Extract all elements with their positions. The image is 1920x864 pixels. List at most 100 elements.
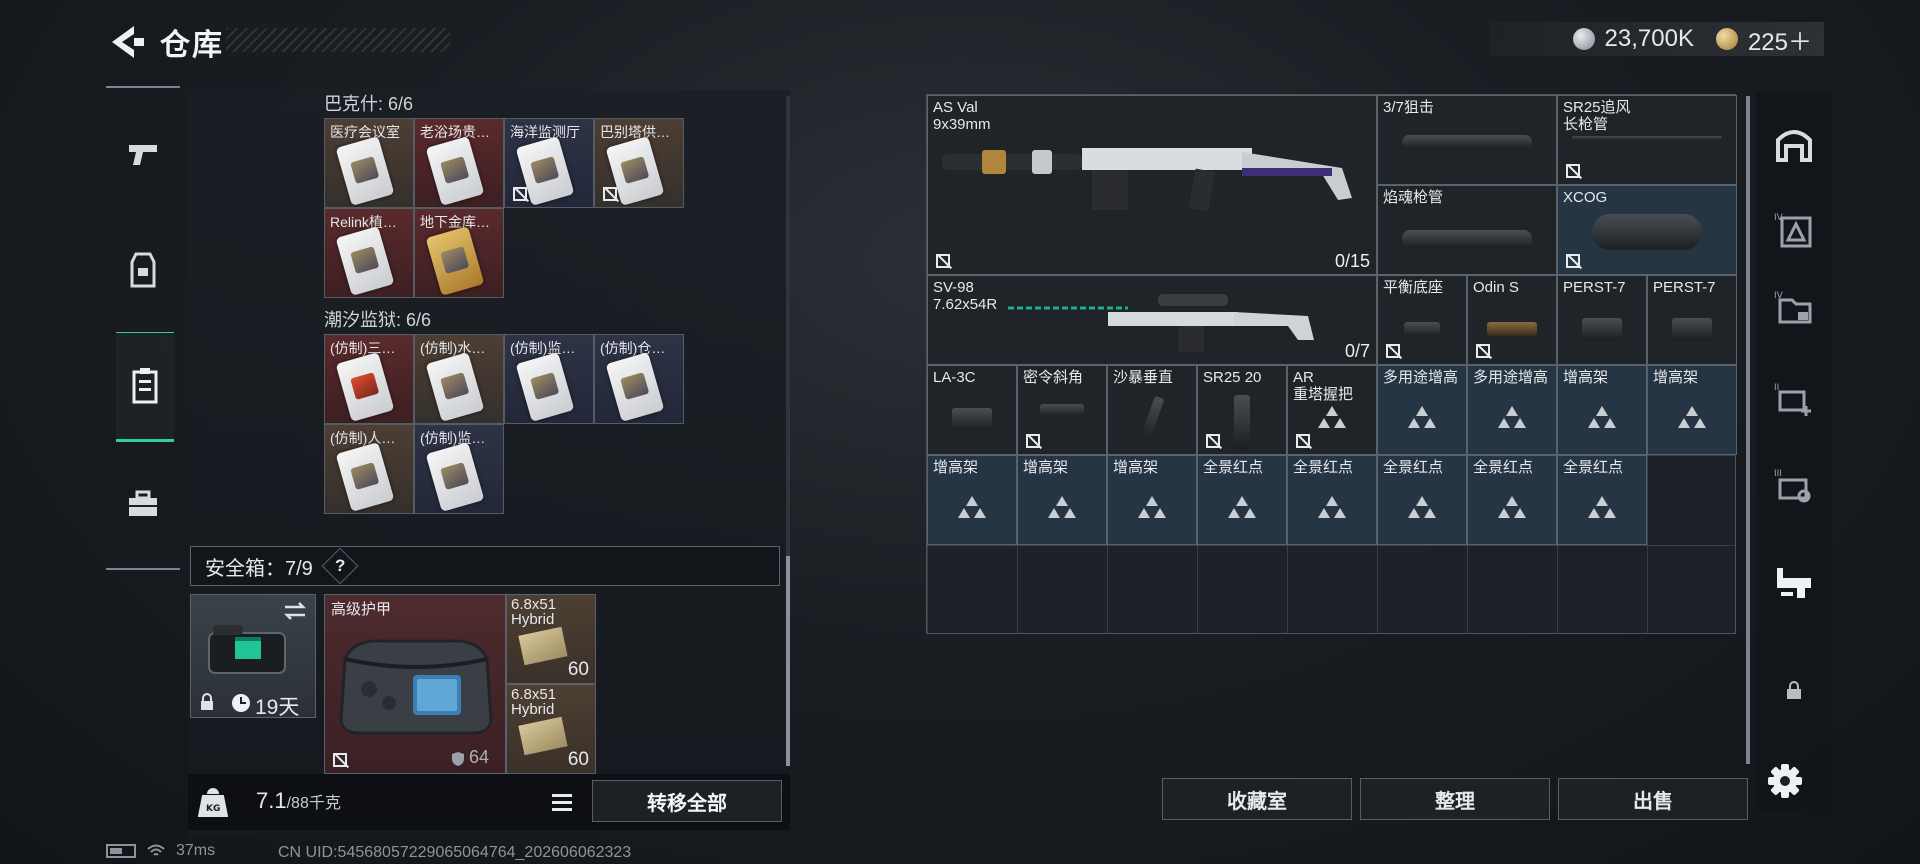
- ammo-name: 6.8x51 Hybrid: [511, 686, 557, 718]
- organize-button[interactable]: 整理: [1360, 778, 1550, 820]
- stash-page-weapons[interactable]: [1770, 558, 1818, 606]
- placeholder-triangle-icon: [1588, 496, 1616, 519]
- collectible-item[interactable]: 巴别塔供…: [594, 118, 684, 208]
- stash-scrollbar[interactable]: [1746, 96, 1750, 764]
- locked-page: [1770, 666, 1818, 714]
- keycard-icon: [425, 136, 485, 206]
- armor-durability: 64: [469, 747, 490, 767]
- attachment-item[interactable]: 多用途增高: [1377, 365, 1467, 455]
- attachment-item[interactable]: 全景红点: [1287, 455, 1377, 545]
- attachment-item[interactable]: PERST-7: [1557, 275, 1647, 365]
- page-iv-icon: IV: [1774, 213, 1812, 248]
- stash-page-4b[interactable]: IV: [1770, 284, 1818, 332]
- attachment-item[interactable]: 密令斜角: [1017, 365, 1107, 455]
- attachment-item[interactable]: 增高架: [1557, 365, 1647, 455]
- attachment-item[interactable]: Odin S: [1467, 275, 1557, 365]
- weight-bar: KG 7.1/88千克 转移全部: [188, 774, 790, 830]
- safe-container-slot[interactable]: 19天: [190, 594, 316, 719]
- laser-icon: [952, 407, 992, 430]
- currency-bar: 23,700K 225＋: [1490, 22, 1824, 56]
- placeholder-triangle-icon: [1228, 496, 1256, 519]
- placeholder-triangle-icon: [1678, 406, 1706, 429]
- stash-page-main[interactable]: [1770, 120, 1818, 168]
- attachment-item[interactable]: 平衡底座: [1377, 275, 1467, 365]
- collectible-item[interactable]: (仿制)监…: [504, 334, 594, 424]
- ammo-item[interactable]: 6.8x51 Hybrid 60: [506, 594, 596, 684]
- attachment-item[interactable]: 增高架: [1017, 455, 1107, 545]
- attachment-item[interactable]: 全景红点: [1197, 455, 1287, 545]
- scope-icon: [1592, 213, 1702, 250]
- attachment-item[interactable]: 增高架: [927, 455, 1017, 545]
- attachment-item[interactable]: 焰魂枪管: [1377, 185, 1557, 275]
- armor-item[interactable]: 高级护甲 64: [324, 594, 506, 774]
- attachment-item[interactable]: 全景红点: [1377, 455, 1467, 545]
- placeholder-triangle-icon: [958, 496, 986, 519]
- tab-supplies[interactable]: [114, 466, 172, 542]
- collectible-item[interactable]: (仿制)仓…: [594, 334, 684, 424]
- sell-button[interactable]: 出售: [1558, 778, 1748, 820]
- ammo-item[interactable]: 6.8x51 Hybrid 60: [506, 684, 596, 774]
- svg-text:KG: KG: [206, 804, 220, 814]
- barrel-icon: [1572, 136, 1722, 141]
- attachment-item[interactable]: LA-3C: [927, 365, 1017, 455]
- collectible-item[interactable]: 老浴场贵…: [414, 118, 504, 208]
- stash-page-nav: IV IV II III: [1756, 92, 1832, 812]
- attachment-item[interactable]: SR25追风 长枪管: [1557, 95, 1737, 185]
- back-button[interactable]: [104, 20, 148, 64]
- attachment-item[interactable]: 全景红点: [1467, 455, 1557, 545]
- attachment-item[interactable]: SR25 20: [1197, 365, 1287, 455]
- collectible-item[interactable]: (仿制)水…: [414, 334, 504, 424]
- collectible-item[interactable]: (仿制)人…: [324, 424, 414, 514]
- ammo-box-icon: [518, 716, 568, 756]
- placeholder-triangle-icon: [1588, 406, 1616, 429]
- storage-scrollbar[interactable]: [786, 96, 790, 766]
- collection-room-button[interactable]: 收藏室: [1162, 778, 1352, 820]
- weight-icon: KG: [198, 788, 228, 817]
- list-view-button[interactable]: [544, 784, 580, 820]
- arch-icon: [1776, 130, 1812, 162]
- attachment-item[interactable]: 增高架: [1647, 365, 1737, 455]
- stash-page-2[interactable]: II: [1770, 376, 1818, 424]
- swap-icon[interactable]: [283, 601, 307, 621]
- ammo-name: 6.8x51 Hybrid: [511, 596, 557, 628]
- collectible-item[interactable]: 医疗会议室: [324, 118, 414, 208]
- help-button[interactable]: ?: [321, 547, 359, 585]
- attachment-item[interactable]: 全景红点: [1557, 455, 1647, 545]
- attachment-item[interactable]: 3/7狙击: [1377, 95, 1557, 185]
- user-uid: CN UID:54568057229065064764_202606062323: [278, 844, 632, 861]
- stash-page-3[interactable]: III: [1770, 462, 1818, 510]
- placeholder-triangle-icon: [1318, 406, 1346, 429]
- attachment-item[interactable]: 多用途增高: [1467, 365, 1557, 455]
- attachment-item[interactable]: PERST-7: [1647, 275, 1737, 365]
- attachment-item[interactable]: 沙暴垂直: [1107, 365, 1197, 455]
- keycard-icon: [515, 352, 575, 422]
- attachment-item[interactable]: AR 重塔握把: [1287, 365, 1377, 455]
- safe-box-header: 安全箱：7/9 ?: [190, 546, 780, 586]
- collectible-item[interactable]: Relink植…: [324, 208, 414, 298]
- rifle-icon: [942, 148, 1352, 212]
- settings-button[interactable]: [1764, 760, 1806, 802]
- safe-container-icon: [208, 625, 286, 674]
- keycard-icon: [335, 352, 395, 422]
- weapon-item[interactable]: SV-98 7.62x54R 0/7: [927, 275, 1377, 365]
- keycard-icon: [605, 352, 665, 422]
- transfer-all-button[interactable]: 转移全部: [592, 780, 782, 822]
- attachment-item[interactable]: 增高架: [1107, 455, 1197, 545]
- stash-page-4a[interactable]: IV: [1770, 206, 1818, 254]
- placeholder-triangle-icon: [1498, 496, 1526, 519]
- collectible-item[interactable]: (仿制)三…: [324, 334, 414, 424]
- collectible-item[interactable]: 海洋监测厅: [504, 118, 594, 208]
- placeholder-triangle-icon: [1408, 406, 1436, 429]
- placeholder-triangle-icon: [1408, 496, 1436, 519]
- collectible-item[interactable]: 地下金库…: [414, 208, 504, 298]
- tab-weapons[interactable]: [114, 116, 172, 192]
- tab-collectibles[interactable]: [116, 332, 174, 442]
- no-trade-icon: [1566, 254, 1580, 268]
- keycard-icon: [425, 226, 485, 296]
- attachment-item[interactable]: XCOG: [1557, 185, 1737, 275]
- weapon-item[interactable]: AS Val 9x39mm 0/15: [927, 95, 1377, 275]
- collectible-item[interactable]: (仿制)监…: [414, 424, 504, 514]
- gold-currency-value[interactable]: 225＋: [1748, 22, 1812, 57]
- tab-equipment[interactable]: [114, 232, 172, 308]
- keycard-icon: [335, 442, 395, 512]
